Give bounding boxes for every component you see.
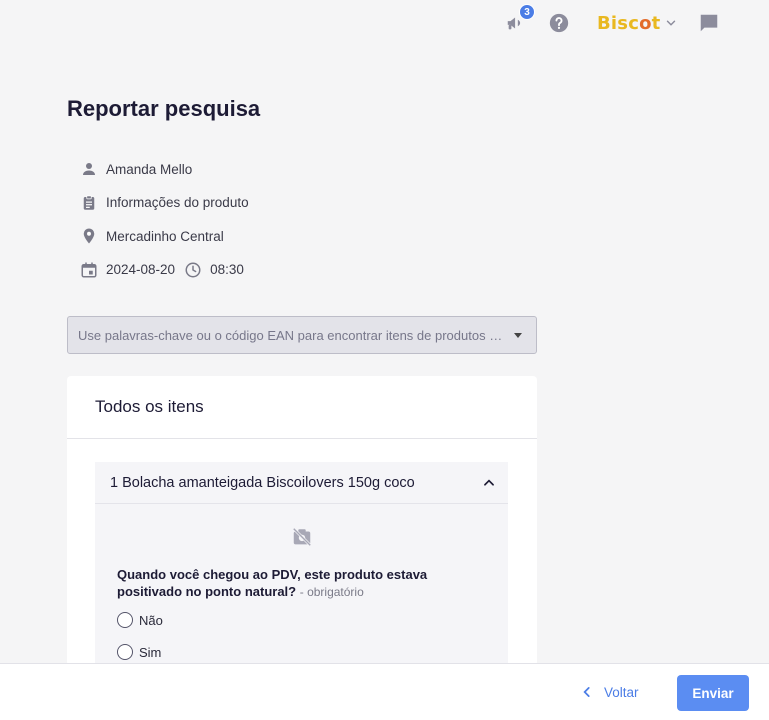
- clock-icon: [185, 262, 201, 277]
- notification-badge: 3: [519, 4, 535, 20]
- back-button[interactable]: Voltar: [580, 681, 639, 703]
- brand-selector[interactable]: Biscot: [597, 12, 678, 34]
- option-nao[interactable]: Não: [117, 612, 163, 628]
- no-photo-icon: [292, 527, 312, 547]
- meta-section: Informações do produto: [80, 192, 249, 214]
- meta-date: 2024-08-20: [106, 262, 176, 277]
- option-nao-label: Não: [139, 612, 163, 628]
- meta-user: Amanda Mello: [80, 158, 249, 180]
- chat-icon: [700, 14, 718, 32]
- chat-button[interactable]: [698, 12, 720, 34]
- meta-store-label: Mercadinho Central: [106, 228, 224, 244]
- product-search-select[interactable]: Use palavras-chave ou o código EAN para …: [67, 316, 537, 354]
- survey-question: Quando você chegou ao PDV, este produto …: [117, 566, 457, 601]
- help-button[interactable]: [548, 12, 570, 34]
- items-card-title: Todos os itens: [67, 376, 537, 439]
- back-button-label: Voltar: [604, 684, 639, 700]
- brand-logo: Biscot: [597, 12, 661, 34]
- page-title: Reportar pesquisa: [67, 96, 261, 121]
- chevron-down-icon: [667, 20, 676, 26]
- search-placeholder: Use palavras-chave ou o código EAN para …: [78, 327, 506, 343]
- chevron-up-icon: [484, 479, 494, 486]
- required-label: - obrigatório: [299, 585, 364, 599]
- send-button[interactable]: Enviar: [677, 675, 749, 711]
- option-sim[interactable]: Sim: [117, 644, 161, 660]
- meta-user-label: Amanda Mello: [106, 161, 193, 177]
- survey-meta: Amanda Mello Informações do produto Merc…: [80, 158, 249, 292]
- footer-bar: Voltar Enviar: [0, 663, 769, 720]
- meta-datetime: 2024-08-20 08:30: [80, 259, 249, 281]
- caret-down-icon: [514, 332, 522, 338]
- product-item-title: 1 Bolacha amanteigada Biscoilovers 150g …: [110, 474, 415, 491]
- meta-time: 08:30: [210, 262, 244, 277]
- calendar-icon: [81, 262, 97, 277]
- question-text: Quando você chegou ao PDV, este produto …: [117, 567, 428, 599]
- person-icon: [83, 163, 95, 175]
- location-pin-icon: [83, 228, 95, 244]
- radio-sim[interactable]: [117, 644, 133, 660]
- chevron-left-icon: [583, 687, 590, 697]
- meta-section-label: Informações do produto: [106, 195, 249, 210]
- clipboard-icon: [83, 195, 95, 210]
- top-bar: 3 Biscot: [0, 0, 769, 46]
- help-icon: [549, 13, 569, 33]
- radio-nao[interactable]: [117, 612, 133, 628]
- option-sim-label: Sim: [139, 644, 162, 660]
- meta-store: Mercadinho Central: [80, 225, 249, 247]
- product-item: 1 Bolacha amanteigada Biscoilovers 150g …: [95, 462, 508, 666]
- items-card: Todos os itens 1 Bolacha amanteigada Bis…: [67, 376, 537, 666]
- product-item-header[interactable]: 1 Bolacha amanteigada Biscoilovers 150g …: [95, 462, 508, 504]
- announcement-button[interactable]: 3: [505, 4, 535, 34]
